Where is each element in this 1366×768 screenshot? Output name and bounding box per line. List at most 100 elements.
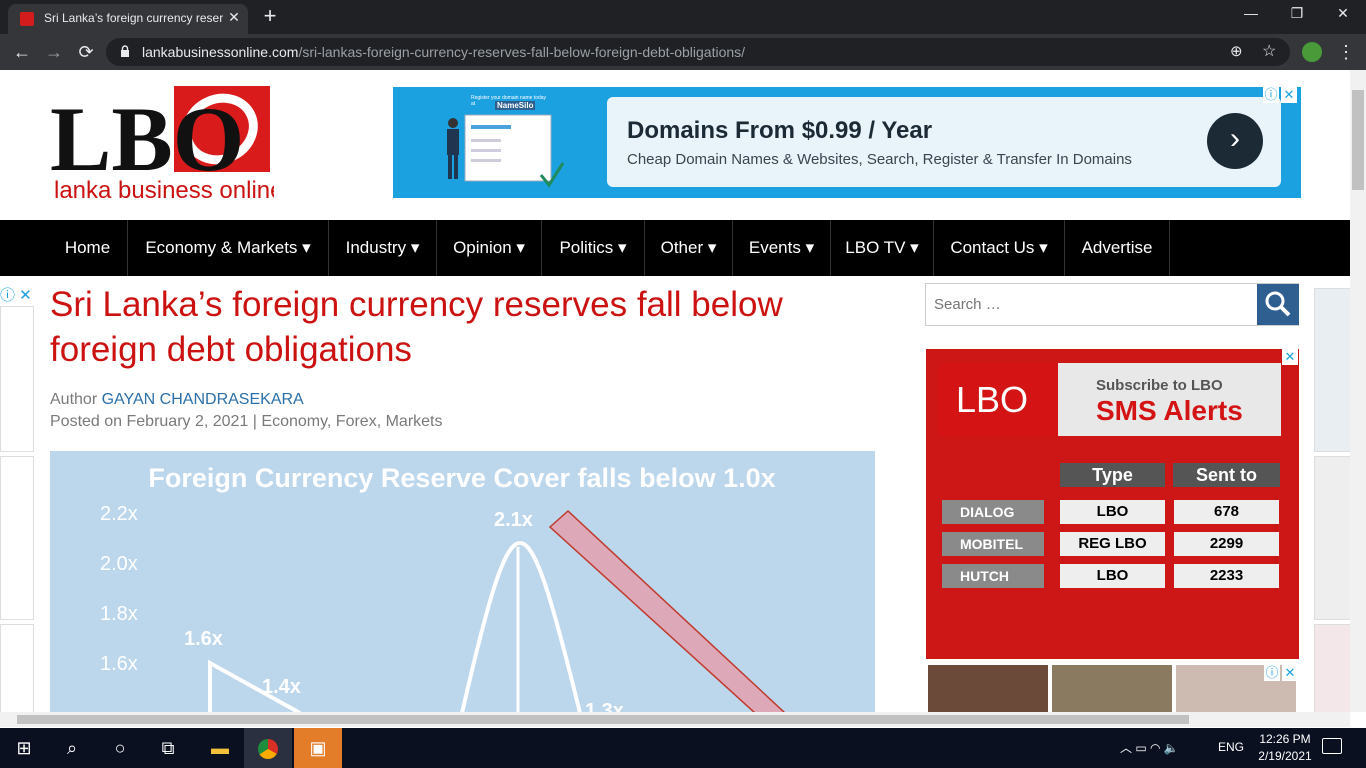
sms-type: REG LBO <box>1060 532 1165 556</box>
address-bar[interactable]: lankabusinessonline.com/sri-lankas-forei… <box>106 38 1290 66</box>
search-input[interactable] <box>926 284 1256 325</box>
browser-toolbar: ← → ⟳ lankabusinessonline.com/sri-lankas… <box>0 34 1366 70</box>
tray-icons[interactable]: ︿ ▭ ◠ 🔈 <box>1120 739 1179 756</box>
tab-title: Sri Lanka’s foreign currency reser <box>44 11 224 25</box>
vertical-scrollbar[interactable] <box>1350 70 1366 712</box>
ad-info-icon[interactable]: ⓘ <box>1263 87 1279 103</box>
sms-number: 2233 <box>1174 564 1279 588</box>
y-tick-label: 1.8x <box>100 603 138 625</box>
clock-time: 12:26 PM <box>1259 732 1311 746</box>
app-icon[interactable]: ▣ <box>294 728 342 768</box>
profile-avatar[interactable] <box>1302 42 1322 62</box>
web-page: LBO lanka business online Register your … <box>0 70 1350 712</box>
nav-home[interactable]: Home <box>48 220 128 276</box>
domain-ad-banner[interactable]: Register your domain name today at NameS… <box>393 87 1301 198</box>
y-tick-label: 1.6x <box>100 653 138 675</box>
search-icon[interactable]: ⌕ <box>48 728 96 768</box>
nav-lbo-tv[interactable]: LBO TV ▾ <box>831 220 934 276</box>
close-window-icon[interactable]: ✕ <box>1328 5 1358 27</box>
task-view-icon[interactable]: ⧉ <box>144 728 192 768</box>
right-side-ad[interactable] <box>1314 456 1350 620</box>
nav-politics[interactable]: Politics ▾ <box>542 220 645 276</box>
left-side-ad[interactable] <box>0 306 34 452</box>
new-tab-icon[interactable]: + <box>258 4 282 28</box>
logo-tagline: lanka business online <box>54 177 274 204</box>
lock-icon <box>121 45 129 57</box>
search-box <box>925 283 1299 326</box>
point-label: 1.4x <box>262 676 301 698</box>
chart-title: Foreign Currency Reserve Cover falls bel… <box>148 463 775 493</box>
thumb-ad-info-icon[interactable]: ⓘ <box>1264 665 1280 681</box>
right-side-ad[interactable] <box>1314 288 1350 452</box>
forward-icon[interactable]: → <box>42 40 66 64</box>
cortana-icon[interactable]: ○ <box>96 728 144 768</box>
sms-operator: MOBITEL <box>942 532 1044 556</box>
point-label: 2.1x <box>494 509 533 531</box>
restore-icon[interactable]: ❐ <box>1282 5 1312 27</box>
bookmark-star-icon[interactable]: ☆ <box>1262 41 1276 61</box>
tab-strip: Sri Lanka’s foreign currency reser ✕ + —… <box>0 0 1366 34</box>
file-explorer-icon[interactable]: ▬ <box>196 728 244 768</box>
lbo-logo[interactable]: LBO lanka business online <box>50 84 274 204</box>
url-text: lankabusinessonline.com/sri-lankas-forei… <box>142 44 746 60</box>
trend-arrow <box>548 509 786 712</box>
thumb-ad-close-icon[interactable]: ✕ <box>1282 665 1298 681</box>
point-label: 1.6x <box>184 628 223 650</box>
active-tab[interactable]: Sri Lanka’s foreign currency reser ✕ <box>8 4 248 34</box>
notifications-icon[interactable] <box>1322 738 1342 754</box>
site-favicon-icon <box>20 12 34 26</box>
sms-col-sent: Sent to <box>1173 463 1280 487</box>
search-button[interactable] <box>1257 284 1299 325</box>
nav-contact-us[interactable]: Contact Us ▾ <box>934 220 1065 276</box>
windows-start-icon[interactable]: ⊞ <box>0 728 48 768</box>
sms-operator: HUTCH <box>942 564 1044 588</box>
reload-icon[interactable]: ⟳ <box>74 40 98 64</box>
sms-col-type: Type <box>1060 463 1165 487</box>
ad-headline: Domains From $0.99 / Year <box>627 117 933 144</box>
back-icon[interactable]: ← <box>10 40 34 64</box>
scroll-thumb[interactable] <box>1352 90 1364 190</box>
thumbnail-ads: ⓘ ✕ <box>926 665 1300 712</box>
thumbnail-image[interactable] <box>928 665 1048 712</box>
language-indicator[interactable]: ENG <box>1218 740 1244 754</box>
nav-advertise[interactable]: Advertise <box>1065 220 1170 276</box>
chrome-icon[interactable] <box>244 728 292 768</box>
main-nav: Home Economy & Markets ▾ Industry ▾ Opin… <box>0 220 1350 276</box>
right-side-ad[interactable] <box>1314 624 1350 712</box>
nav-opinion[interactable]: Opinion ▾ <box>437 220 542 276</box>
chevron-right-icon[interactable]: › <box>1207 113 1263 169</box>
horizontal-scrollbar[interactable] <box>0 712 1350 727</box>
series-line <box>460 540 582 712</box>
article-title: Sri Lanka’s foreign currency reserves fa… <box>50 285 783 369</box>
close-tab-icon[interactable]: ✕ <box>226 9 242 27</box>
nav-economy-markets[interactable]: Economy & Markets ▾ <box>128 220 329 276</box>
taskbar: ⊞ ⌕ ○ ⧉ ▬ ▣ ︿ ▭ ◠ 🔈 ENG 12:26 PM 2/19/202… <box>0 728 1366 768</box>
nav-events[interactable]: Events ▾ <box>733 220 831 276</box>
author-link[interactable]: GAYAN CHANDRASEKARA <box>102 391 304 408</box>
sms-alerts-ad[interactable]: LBO Subscribe to LBO SMS Alerts Type Sen… <box>926 349 1299 659</box>
ad-subtext: Cheap Domain Names & Websites, Search, R… <box>627 151 1132 168</box>
y-tick-label: 2.2x <box>100 503 138 525</box>
sms-number: 678 <box>1174 500 1279 524</box>
reserve-cover-chart: Foreign Currency Reserve Cover falls bel… <box>50 451 875 712</box>
side-ad-controls[interactable]: ⓘ ✕ <box>0 284 40 304</box>
article-posted-line: Posted on February 2, 2021 | Economy, Fo… <box>50 413 443 430</box>
ad-card[interactable]: Domains From $0.99 / Year Cheap Domain N… <box>607 97 1281 187</box>
point-label: 1.3x <box>585 700 624 712</box>
thumbnail-image[interactable] <box>1052 665 1172 712</box>
sms-type: LBO <box>1060 564 1165 588</box>
zoom-icon[interactable]: ⊕ <box>1230 42 1243 60</box>
sms-subscribe: Subscribe to LBO <box>1096 377 1223 394</box>
sms-ad-close-icon[interactable]: ✕ <box>1282 349 1298 365</box>
left-side-ad[interactable] <box>0 456 34 620</box>
minimize-icon[interactable]: — <box>1236 5 1266 27</box>
menu-kebab-icon[interactable]: ⋮ <box>1334 40 1358 64</box>
nav-other[interactable]: Other ▾ <box>645 220 733 276</box>
category-links[interactable]: Economy, Forex, Markets <box>261 413 442 430</box>
ad-illustration <box>447 114 565 188</box>
clock[interactable]: 12:26 PM 2/19/2021 <box>1250 731 1320 765</box>
ad-close-icon[interactable]: ✕ <box>1281 87 1297 103</box>
nav-industry[interactable]: Industry ▾ <box>329 220 437 276</box>
left-side-ad[interactable] <box>0 624 34 712</box>
scroll-thumb[interactable] <box>17 715 1189 724</box>
